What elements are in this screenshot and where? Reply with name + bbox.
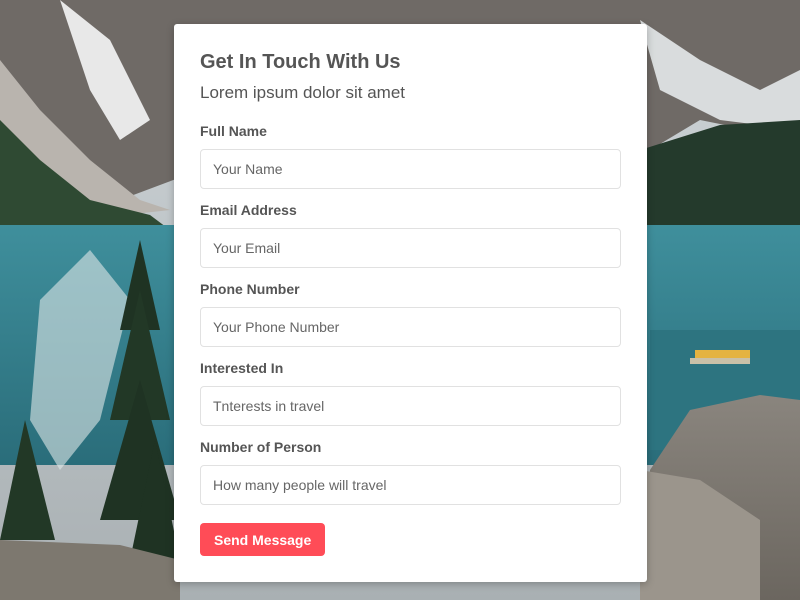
persons-label: Number of Person [200,439,322,455]
email-input[interactable] [200,228,621,268]
contact-form-card: Get In Touch With Us Lorem ipsum dolor s… [174,24,647,582]
field-group-interest: Interested In [200,359,621,426]
field-group-persons: Number of Person [200,438,621,505]
interest-label: Interested In [200,360,284,376]
persons-input[interactable] [200,465,621,505]
interest-input[interactable] [200,386,621,426]
phone-label: Phone Number [200,281,300,297]
phone-input[interactable] [200,307,621,347]
send-message-button[interactable]: Send Message [200,523,326,556]
full-name-label: Full Name [200,123,267,139]
email-label: Email Address [200,202,297,218]
full-name-input[interactable] [200,149,621,189]
field-group-phone: Phone Number [200,280,621,347]
form-subtitle: Lorem ipsum dolor sit amet [200,83,406,102]
field-group-email: Email Address [200,201,621,268]
field-group-full-name: Full Name [200,122,621,189]
form-title: Get In Touch With Us [200,51,401,73]
